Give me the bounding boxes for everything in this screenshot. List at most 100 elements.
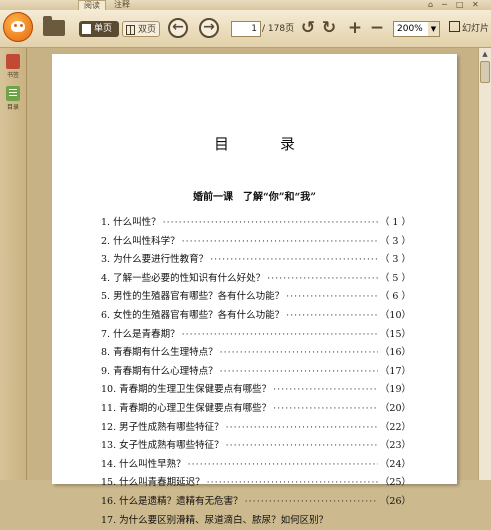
toc-entry-title: 12. 男子性成熟有哪些特征？ xyxy=(101,419,224,438)
toc-entry-title: 6. 女性的生殖器官有哪些？各有什么功能？ xyxy=(101,307,284,326)
toc-list: 1. 什么叫性？ （ 1 ）2. 什么叫性科学？（ 3 ）3. 为什么要进行性教育… xyxy=(101,214,411,530)
toc-entry: 7. 什么是青春期？ （15） xyxy=(101,326,411,345)
bookmark-icon xyxy=(6,54,20,69)
slideshow-button[interactable]: 幻灯片 xyxy=(449,21,489,37)
tab-strip: 阅读 注释 ⌂ ─ □ ✕ xyxy=(0,0,491,10)
maximize-icon[interactable]: □ xyxy=(456,0,464,10)
toc-leader-dots xyxy=(286,307,378,326)
toc-entry-page: （19） xyxy=(380,381,411,400)
toc-entry-title: 1. 什么叫性？ xyxy=(101,214,161,233)
toc-entry-title: 16. 什么是遗精？遗精有无危害？ xyxy=(101,493,243,512)
toc-entry-title: 9. 青春期有什么心理特点？ xyxy=(101,363,218,382)
toc-entry-title: 5. 男性的生殖器官有哪些？各有什么功能？ xyxy=(101,288,284,307)
toc-entry-page: （24） xyxy=(380,456,411,475)
vertical-scrollbar[interactable]: ▲ xyxy=(478,48,491,480)
toc-entry-title: 8. 青春期有什么生理特点？ xyxy=(101,344,218,363)
toc-entry-title: 17. 为什么要区别滑精、尿道滴白、脓尿？如何区别？ xyxy=(101,512,328,530)
toc-entry: 15. 什么叫青春期延迟？ （25） xyxy=(101,474,411,493)
page-total: / 178页 xyxy=(262,21,294,37)
toc-leader-dots xyxy=(273,381,378,400)
toc-entry-page: （ 1 ） xyxy=(380,214,411,233)
toc-leader-dots xyxy=(245,493,378,512)
sidebar-item-label: 书签 xyxy=(3,70,23,79)
arrow-left-icon: ← xyxy=(172,19,184,35)
side-panel: 书签 目录 xyxy=(0,48,27,480)
toc-entry-title: 4. 了解一些必要的性知识有什么好处？ xyxy=(101,270,265,289)
zoom-out-icon[interactable]: − xyxy=(368,19,386,37)
zoom-select[interactable]: 200% ▼ xyxy=(393,21,440,37)
toc-entry-page: （17） xyxy=(380,363,411,382)
rotate-left-icon[interactable]: ↺ xyxy=(299,19,317,37)
toc-leader-dots xyxy=(286,288,378,307)
toc-entry: 11. 青春期的心理卫生保健要点有哪些？（20） xyxy=(101,400,411,419)
sidebar-item-label: 目录 xyxy=(3,102,23,111)
toc-entry-title: 7. 什么是青春期？ xyxy=(101,326,180,345)
toc-leader-dots xyxy=(220,363,378,382)
page-title: 目 录 xyxy=(52,133,457,154)
toc-entry-page: （10） xyxy=(380,307,411,326)
toc-entry-title: 10. 青春期的生理卫生保健要点有哪些？ xyxy=(101,381,271,400)
home-icon[interactable]: ⌂ xyxy=(428,0,433,10)
toc-leader-dots xyxy=(182,233,378,252)
toc-entry-page: （ 6 ） xyxy=(380,288,411,307)
toc-leader-dots xyxy=(267,270,378,289)
toc-entry-page: （15） xyxy=(380,326,411,345)
scroll-up-icon[interactable]: ▲ xyxy=(479,48,491,60)
toc-entry: 4. 了解一些必要的性知识有什么好处？ （ 5 ） xyxy=(101,270,411,289)
double-page-button[interactable]: 双页 xyxy=(122,21,160,37)
minimize-icon[interactable]: ─ xyxy=(442,0,447,10)
toc-entry-title: 11. 青春期的心理卫生保健要点有哪些？ xyxy=(101,400,271,419)
page-number-input[interactable]: 1 xyxy=(231,21,261,37)
single-page-label: 单页 xyxy=(94,24,112,34)
toc-entry: 9. 青春期有什么心理特点？ （17） xyxy=(101,363,411,382)
toc-leader-dots xyxy=(226,419,378,438)
toc-entry: 6. 女性的生殖器官有哪些？各有什么功能？ （10） xyxy=(101,307,411,326)
rotate-right-icon[interactable]: ↻ xyxy=(320,19,338,37)
tab-read[interactable]: 阅读 xyxy=(78,0,106,10)
zoom-value: 200% xyxy=(397,24,423,34)
scrollbar-thumb[interactable] xyxy=(480,61,490,83)
document-page: 目 录 婚前一课 了解“你”和“我” 1. 什么叫性？ （ 1 ）2. 什么叫性科… xyxy=(52,54,457,484)
toc-entry-title: 15. 什么叫青春期延迟？ xyxy=(101,474,205,493)
next-page-button[interactable]: → xyxy=(199,18,219,38)
tab-annotate[interactable]: 注释 xyxy=(108,0,136,10)
document-viewport[interactable]: 目 录 婚前一课 了解“你”和“我” 1. 什么叫性？ （ 1 ）2. 什么叫性科… xyxy=(27,48,478,480)
toc-entry-page: （25） xyxy=(380,474,411,493)
double-page-icon xyxy=(126,25,135,35)
toc-entry: 16. 什么是遗精？遗精有无危害？（26） xyxy=(101,493,411,512)
close-icon[interactable]: ✕ xyxy=(472,0,479,10)
toc-entry: 1. 什么叫性？ （ 1 ） xyxy=(101,214,411,233)
toc-leader-dots xyxy=(163,214,378,233)
section-title: 婚前一课 了解“你”和“我” xyxy=(52,188,457,203)
toc-entry-title: 3. 为什么要进行性教育？ xyxy=(101,251,208,270)
toolbar: 单页 双页 ← → 1 / 178页 ↺ ↻ + − 200% ▼ 幻灯片 xyxy=(0,10,491,48)
toc-leader-dots xyxy=(207,474,378,493)
arrow-right-icon: → xyxy=(203,19,215,35)
toc-leader-dots xyxy=(188,456,378,475)
chevron-down-icon: ▼ xyxy=(428,22,439,36)
single-page-icon xyxy=(82,24,91,34)
toc-entry-page: （23） xyxy=(380,437,411,456)
slideshow-label: 幻灯片 xyxy=(462,24,489,34)
toc-leader-dots xyxy=(273,400,378,419)
sidebar-item-toc[interactable]: 目录 xyxy=(3,86,23,111)
toc-leader-dots xyxy=(182,326,378,345)
toc-entry-page: （ 5 ） xyxy=(380,270,411,289)
sidebar-item-bookmarks[interactable]: 书签 xyxy=(3,54,23,79)
toc-entry-page: （ 3 ） xyxy=(380,251,411,270)
toc-leader-dots xyxy=(220,344,378,363)
toc-icon xyxy=(6,86,20,101)
toc-leader-dots xyxy=(226,437,378,456)
zoom-in-icon[interactable]: + xyxy=(346,19,364,37)
open-folder-icon[interactable] xyxy=(43,20,65,36)
toc-entry: 13. 女子性成熟有哪些特征？（23） xyxy=(101,437,411,456)
prev-page-button[interactable]: ← xyxy=(168,18,188,38)
single-page-button[interactable]: 单页 xyxy=(79,21,119,37)
toc-leader-dots xyxy=(210,251,378,270)
toc-entry: 8. 青春期有什么生理特点？（16） xyxy=(101,344,411,363)
app-logo-icon[interactable] xyxy=(3,12,33,42)
toc-entry: 2. 什么叫性科学？（ 3 ） xyxy=(101,233,411,252)
toc-entry-page: （22） xyxy=(380,419,411,438)
toc-entry: 14. 什么叫性早熟？（24） xyxy=(101,456,411,475)
toc-entry: 5. 男性的生殖器官有哪些？各有什么功能？ （ 6 ） xyxy=(101,288,411,307)
